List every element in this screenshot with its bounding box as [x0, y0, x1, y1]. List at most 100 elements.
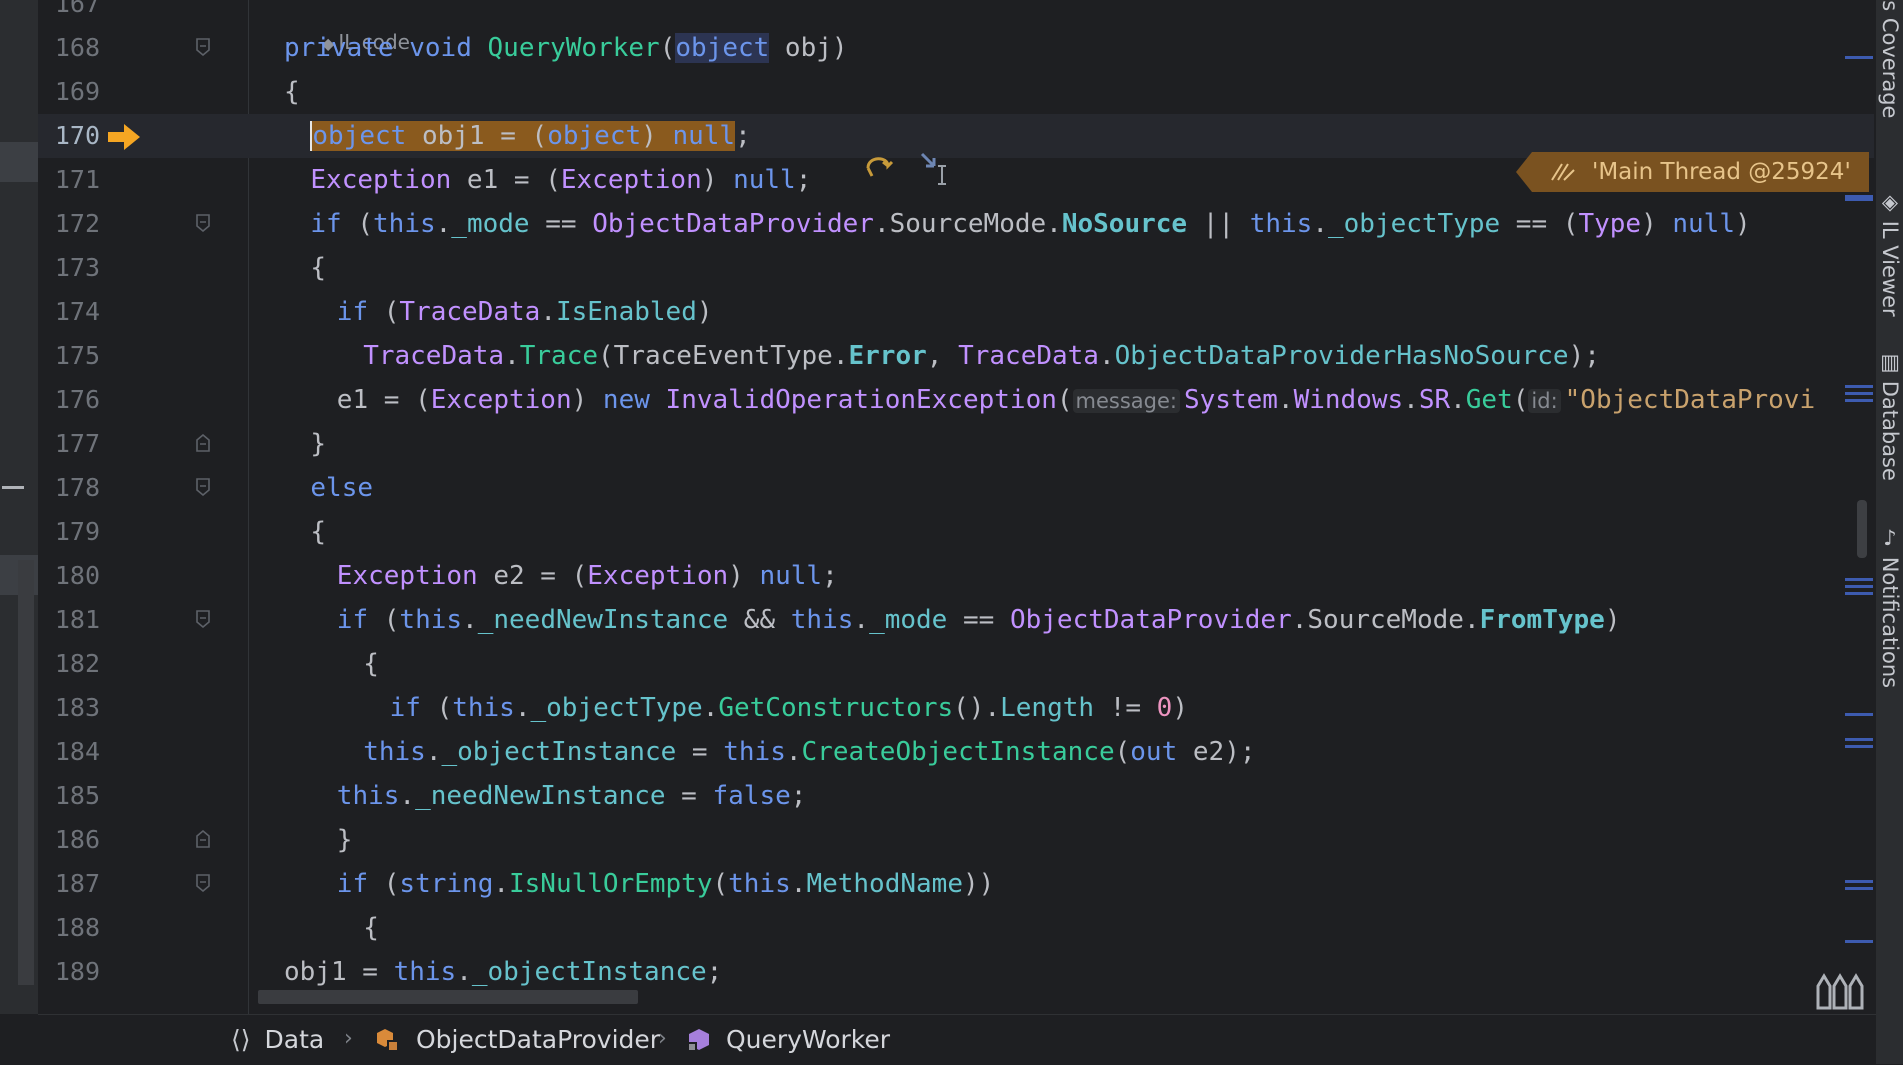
stripe-mark[interactable]: [1845, 738, 1873, 741]
code-line[interactable]: 185 this._needNewInstance = false;: [38, 774, 1874, 818]
line-number[interactable]: 184: [48, 730, 100, 774]
stripe-mark[interactable]: [1845, 940, 1873, 943]
code-text[interactable]: Exception e2 = (Exception) null;: [337, 554, 838, 598]
code-text[interactable]: }: [337, 818, 353, 862]
fold-close-icon[interactable]: [196, 434, 210, 452]
horizontal-scrollbar[interactable]: [258, 990, 638, 1004]
fold-open-icon[interactable]: [196, 478, 210, 496]
line-number[interactable]: 172: [48, 202, 100, 246]
scroll-thumb[interactable]: [1857, 500, 1867, 558]
code-line[interactable]: 172 if (this._mode == ObjectDataProvider.…: [38, 202, 1874, 246]
line-number[interactable]: 178: [48, 466, 100, 510]
vertical-scrollbar[interactable]: [18, 560, 34, 985]
code-line[interactable]: 189 obj1 = this._objectInstance;: [38, 950, 1874, 994]
code-text[interactable]: {: [284, 70, 300, 114]
breadcrumb-namespace[interactable]: ⟨⟩ Data: [231, 1015, 324, 1065]
code-line[interactable]: 176 e1 = (Exception) new InvalidOperation…: [38, 378, 1874, 422]
line-number[interactable]: 187: [48, 862, 100, 906]
tool-tab-database[interactable]: ▥ Database: [1878, 350, 1902, 481]
breadcrumb-class[interactable]: ObjectDataProvider: [374, 1015, 660, 1065]
line-number[interactable]: 173: [48, 246, 100, 290]
line-number[interactable]: 180: [48, 554, 100, 598]
tool-tab-coverage[interactable]: ts Coverage: [1878, 0, 1902, 118]
line-number[interactable]: 179: [48, 510, 100, 554]
line-number[interactable]: 182: [48, 642, 100, 686]
code-text[interactable]: private void QueryWorker(object obj): [284, 26, 848, 70]
line-number[interactable]: 177: [48, 422, 100, 466]
stripe-mark[interactable]: [1845, 585, 1873, 588]
line-number[interactable]: 175: [48, 334, 100, 378]
fold-open-icon[interactable]: [196, 214, 210, 232]
line-number[interactable]: 167: [48, 0, 100, 26]
code-text[interactable]: if (this._objectType.GetConstructors().L…: [390, 686, 1188, 730]
code-line[interactable]: 173 {: [38, 246, 1874, 290]
code-text[interactable]: }: [310, 422, 326, 466]
code-text[interactable]: this._objectInstance = this.CreateObject…: [363, 730, 1255, 774]
line-number[interactable]: 183: [48, 686, 100, 730]
strip-collapse-mark[interactable]: [2, 486, 24, 489]
code-line[interactable]: 184 this._objectInstance = this.CreateObj…: [38, 730, 1874, 774]
code-text[interactable]: if (this._needNewInstance && this._mode …: [337, 598, 1621, 642]
code-line[interactable]: 181 if (this._needNewInstance && this._mo…: [38, 598, 1874, 642]
fold-open-icon[interactable]: [196, 38, 210, 56]
code-text[interactable]: {: [310, 510, 326, 554]
code-line[interactable]: 179 {: [38, 510, 1874, 554]
code-line[interactable]: 167: [38, 0, 1874, 26]
code-text[interactable]: e1 = (Exception) new InvalidOperationExc…: [337, 378, 1815, 423]
fold-open-icon[interactable]: [196, 874, 210, 892]
code-line[interactable]: 168 private void QueryWorker(object obj): [38, 26, 1874, 70]
code-text[interactable]: obj1 = this._objectInstance;: [284, 950, 722, 994]
line-number[interactable]: 168: [48, 26, 100, 70]
code-text[interactable]: if (TraceData.IsEnabled): [337, 290, 713, 334]
code-text[interactable]: Exception e1 = (Exception) null;: [310, 158, 811, 202]
code-editor[interactable]: ◆ IL code 167 168 private void QueryWorker(…: [38, 0, 1874, 1014]
breadcrumb-method[interactable]: QueryWorker: [686, 1015, 890, 1065]
line-number[interactable]: 186: [48, 818, 100, 862]
code-line[interactable]: 187 if (string.IsNullOrEmpty(this.MethodN…: [38, 862, 1874, 906]
tool-tab-il-viewer[interactable]: ◈ IL Viewer: [1878, 190, 1902, 317]
code-line[interactable]: 186}: [38, 818, 1874, 862]
stripe-mark[interactable]: [1845, 592, 1873, 595]
code-line[interactable]: 182 {: [38, 642, 1874, 686]
code-text[interactable]: object obj1 = (object) null;: [310, 114, 751, 158]
line-number[interactable]: 185: [48, 774, 100, 818]
code-text[interactable]: {: [310, 246, 326, 290]
code-text[interactable]: this._needNewInstance = false;: [337, 774, 807, 818]
stripe-mark[interactable]: [1845, 56, 1873, 59]
error-stripe[interactable]: [1845, 0, 1875, 1014]
stripe-mark[interactable]: [1845, 713, 1873, 716]
code-text[interactable]: {: [363, 906, 379, 950]
code-text[interactable]: if (this._mode == ObjectDataProvider.Sou…: [310, 202, 1750, 246]
stripe-mark[interactable]: [1845, 399, 1873, 402]
stripe-mark[interactable]: [1845, 385, 1873, 388]
code-line[interactable]: 178 else: [38, 466, 1874, 510]
execution-point-arrow-icon[interactable]: [106, 122, 144, 152]
line-number[interactable]: 171: [48, 158, 100, 202]
stripe-mark[interactable]: [1845, 880, 1873, 883]
line-number[interactable]: 189: [48, 950, 100, 994]
line-number[interactable]: 174: [48, 290, 100, 334]
tool-tab-notifications[interactable]: ♪ Notifications: [1878, 526, 1902, 688]
step-controls[interactable]: [858, 150, 948, 194]
code-line[interactable]: 183 if (this._objectType.GetConstructors(…: [38, 686, 1874, 730]
step-over-icon[interactable]: [858, 150, 948, 190]
fold-open-icon[interactable]: [196, 610, 210, 628]
stripe-mark[interactable]: [1845, 578, 1873, 581]
stripe-mark[interactable]: [1845, 887, 1873, 890]
code-line[interactable]: 169 {: [38, 70, 1874, 114]
code-line[interactable]: 175 TraceData.Trace(TraceEventType.Error,…: [38, 334, 1874, 378]
code-line[interactable]: 180 Exception e2 = (Exception) null;: [38, 554, 1874, 598]
code-text[interactable]: {: [363, 642, 379, 686]
code-line[interactable]: 177}: [38, 422, 1874, 466]
line-number[interactable]: 181: [48, 598, 100, 642]
stripe-mark[interactable]: [1845, 745, 1873, 748]
line-number[interactable]: 169: [48, 70, 100, 114]
line-number[interactable]: 188: [48, 906, 100, 950]
stripe-mark[interactable]: [1845, 198, 1873, 201]
code-text[interactable]: TraceData.Trace(TraceEventType.Error, Tr…: [363, 334, 1600, 378]
thread-badge[interactable]: 'Main Thread @25924': [1516, 152, 1869, 192]
line-number[interactable]: 170: [48, 114, 100, 158]
code-line[interactable]: 188 {: [38, 906, 1874, 950]
code-text[interactable]: else: [310, 466, 373, 510]
code-line[interactable]: 174 if (TraceData.IsEnabled): [38, 290, 1874, 334]
